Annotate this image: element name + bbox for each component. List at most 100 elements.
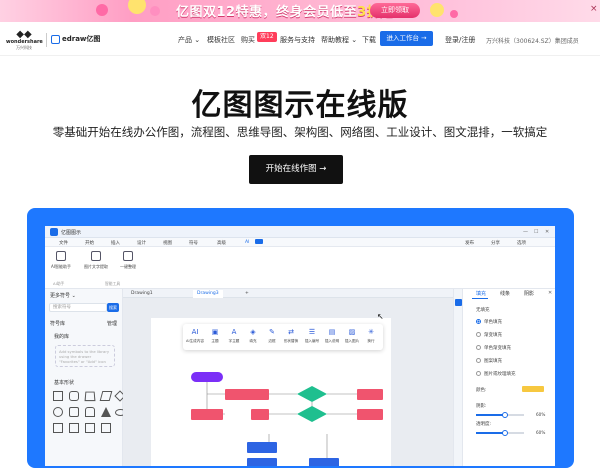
promo-banner[interactable]: 亿图双12特惠，终身会员低至3折起 立即领取 × [0,0,600,22]
tab-fill[interactable]: 填充 [476,290,486,297]
nav-products[interactable]: 产品 ⌄ [178,35,200,45]
toolbar-ai-generate[interactable]: AI AI生成内容 [185,328,205,344]
nav-buy[interactable]: 购买 [241,35,255,45]
toolbar-replace-shape[interactable]: ⇄ 形状替换 [281,328,301,344]
shape-square[interactable] [53,423,63,433]
menu-share[interactable]: 分享 [491,240,500,246]
shape-hexagon[interactable] [69,407,79,417]
theme-icon: ▣ [211,328,219,336]
login-register-link[interactable]: 登录/注册 [445,35,475,45]
hero-title: 亿图图示在线版 [191,88,409,123]
symbol-search-button[interactable]: 搜索 [107,303,119,312]
window-maximize-icon[interactable]: ☐ [534,229,538,235]
basic-shapes-label[interactable]: 基本形状 [54,379,74,386]
fill-tool-icon[interactable] [455,299,462,306]
toolbar-fill[interactable]: ◈ 填充 [243,328,263,344]
ribbon-image-text-extract[interactable]: 图片文字提取 [83,251,109,270]
edraw-logo[interactable]: edraw亿图 [51,34,100,44]
tab-shadow[interactable]: 阴影 [524,290,534,297]
menu-symbols[interactable]: 符号 [189,240,198,246]
window-close-icon[interactable]: ✕ [545,229,549,235]
tab-drawing1[interactable]: Drawing1 [127,290,157,298]
nav-download[interactable]: 下载 [362,35,376,45]
toolbar-border[interactable]: ✎ 边框 [262,328,282,344]
banner-close-icon[interactable]: × [590,4,598,14]
toolbar-insert-number[interactable]: ☰ 插入编号 [302,328,322,344]
nav-templates[interactable]: 模板社区 [207,35,235,45]
border-icon: ✎ [269,328,275,336]
app-logo-icon [50,228,58,236]
start-drawing-button[interactable]: 开始在线作图 → [249,155,343,184]
menu-insert[interactable]: 插入 [111,240,120,246]
replace-shape-icon: ⇄ [288,328,294,336]
toolbar-theme[interactable]: ▣ 主题 [205,328,225,344]
shade-value: 60% [536,412,546,417]
properties-panel: 填充 线条 阴影 ✕ 无填充 单色填充 渐变填充 单色渐变填充 图案填充 图片或… [453,289,555,466]
menu-advanced[interactable]: 高级 [217,240,226,246]
toolbar-insert-image[interactable]: ▨ 插入图片 [342,328,362,344]
menu-home[interactable]: 开始 [85,240,94,246]
wondershare-mark-icon: ◆◆ [16,29,32,40]
enter-workspace-button[interactable]: 进入工作台 → [380,31,433,46]
drawing-canvas[interactable]: AI AI生成内容 ▣ 主题 A 字主题 ◈ 填充 ✎ 边框 ⇄ 形状替换 ☰ 插入编号 ▤ 插… [123,298,453,466]
menu-file[interactable]: 文件 [59,240,68,246]
flow-process [357,409,383,420]
close-panel-icon[interactable]: ✕ [548,290,552,296]
ribbon-group-label: AI助手 [53,281,65,286]
fill-section-title: 无填充 [476,308,490,313]
flow-decision [297,406,327,422]
tab-drawing3[interactable]: Drawing3 [193,290,223,298]
app-preview: 亿图图示 — ☐ ✕ 文件 开始 插入 设计 视图 符号 高级 AI 发布 分享… [45,226,555,466]
note-icon: ▤ [328,328,336,336]
toolbar-insert-note[interactable]: ▤ 插入说明 [322,328,342,344]
menu-publish[interactable]: 发布 [465,240,474,246]
promo-badge: 双12 [257,32,277,42]
alpha-value: 60% [536,430,546,435]
cursor-icon: ↖ [377,312,384,321]
wondershare-logo[interactable]: ◆◆ wondershare 万兴科技 [6,29,43,51]
nav-support[interactable]: 服务与支持 [280,35,315,45]
fill-color-swatch[interactable] [522,386,544,392]
shade-slider[interactable] [476,412,524,418]
ribbon-ai-assistant[interactable]: AI智能助手 [48,251,74,270]
radio-solid-fill[interactable] [476,319,481,324]
decor-bubble [150,6,160,16]
my-library-label[interactable]: 我的库 [54,333,69,340]
tab-underline [472,298,488,299]
shape-square[interactable] [101,423,111,433]
manage-library-link[interactable]: 管理 [107,320,117,327]
shape-triangle[interactable] [101,407,111,417]
alpha-slider[interactable] [476,430,524,436]
tab-line[interactable]: 线条 [500,290,510,297]
shape-pentagon[interactable] [85,407,95,417]
app-ribbon: AI智能助手 图片文字提取 一键整理 AI助手 智能工具 [45,247,555,289]
ribbon-auto-arrange[interactable]: 一键整理 [115,251,141,270]
number-icon: ☰ [308,328,316,336]
shape-circle[interactable] [53,407,63,417]
radio-gradient-fill[interactable] [476,332,481,337]
edraw-logo-icon [51,34,60,44]
shape-square[interactable] [69,423,79,433]
toolbar-font-theme[interactable]: A 字主题 [224,328,244,344]
shape-trapezoid[interactable] [84,391,96,402]
shape-parallelogram[interactable] [99,391,113,401]
shape-square[interactable] [85,423,95,433]
window-minimize-icon[interactable]: — [523,229,528,235]
menu-ai[interactable]: AI [245,240,249,245]
more-symbols-header[interactable]: 更多符号 ⌄ [50,292,76,299]
arrange-icon [123,251,133,261]
menu-options[interactable]: 选项 [517,240,526,246]
toolbar-wrap[interactable]: ✳ 换行 [361,328,381,344]
shape-square[interactable] [53,391,63,401]
menu-view[interactable]: 视图 [163,240,172,246]
radio-texture-fill[interactable] [476,371,481,376]
shape-rounded-rect[interactable] [69,391,79,401]
menu-design[interactable]: 设计 [137,240,146,246]
add-tab-icon[interactable]: + [241,290,253,298]
symbol-search-input[interactable]: 搜索符号 [49,303,107,312]
banner-claim-button[interactable]: 立即领取 [370,3,420,18]
radio-mono-gradient-fill[interactable] [476,345,481,350]
flow-process [225,389,269,400]
nav-help[interactable]: 帮助教程 ⌄ [321,35,357,45]
radio-pattern-fill[interactable] [476,358,481,363]
